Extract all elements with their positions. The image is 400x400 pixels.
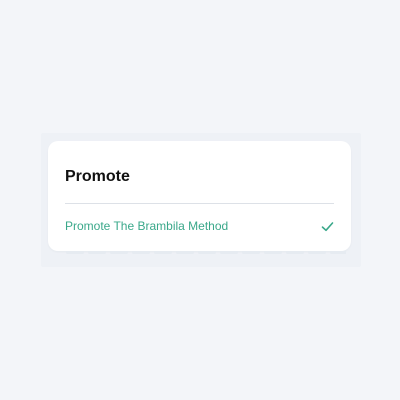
page: Promote Promote The Brambila Method [0, 0, 400, 400]
placeholder-dash [264, 251, 282, 254]
placeholder-dash [286, 251, 304, 254]
check-icon [321, 220, 334, 233]
divider [65, 203, 334, 204]
placeholder-dash [308, 251, 326, 254]
placeholder-dash [88, 251, 106, 254]
promote-option[interactable]: Promote The Brambila Method [65, 215, 334, 237]
placeholder-dash [330, 251, 346, 254]
placeholder-dash [154, 251, 172, 254]
placeholder-dash [220, 251, 238, 254]
placeholder-dash [66, 251, 84, 254]
placeholder-dash [132, 251, 150, 254]
faded-placeholder-row [66, 251, 346, 255]
placeholder-dash [198, 251, 216, 254]
promote-option-label: Promote The Brambila Method [65, 219, 229, 233]
promote-card: Promote Promote The Brambila Method [48, 141, 351, 251]
card-title: Promote [65, 168, 130, 185]
placeholder-dash [242, 251, 260, 254]
placeholder-dash [110, 251, 128, 254]
placeholder-dash [176, 251, 194, 254]
